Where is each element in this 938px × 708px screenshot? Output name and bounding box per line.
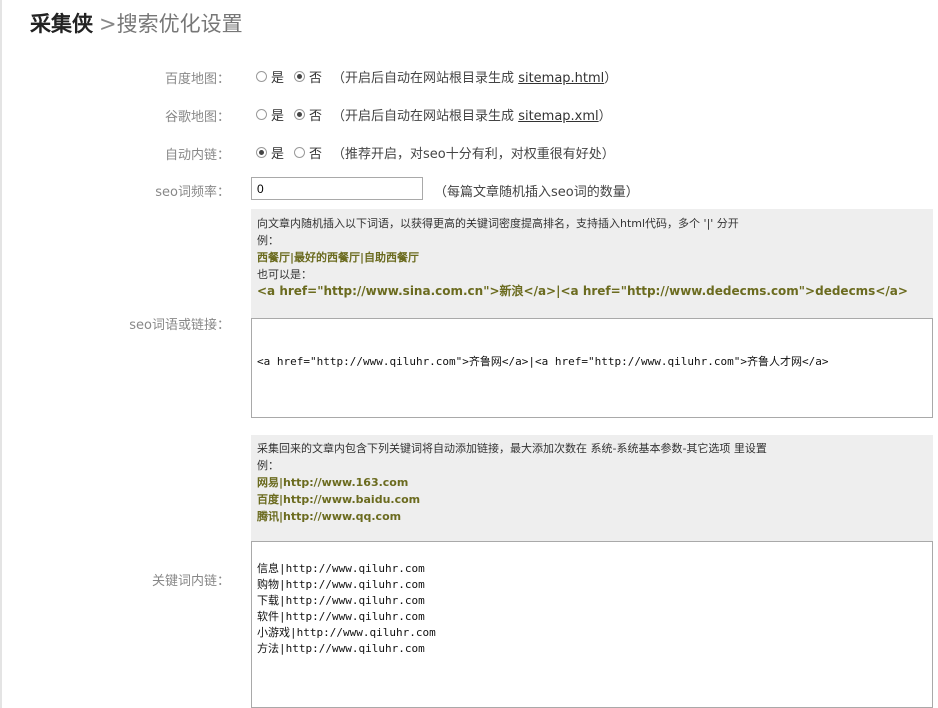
google-map-hint-end: ）: [598, 109, 612, 124]
google-map-yes-label[interactable]: 是: [271, 105, 284, 124]
baidu-map-no-radio[interactable]: [294, 71, 306, 82]
seo-words-example1: 西餐厅|最好的西餐厅|自助西餐厅: [257, 251, 420, 264]
seo-freq-input[interactable]: [251, 177, 423, 200]
page-title: 采集侠 >搜索优化设置: [30, 8, 243, 38]
seo-words-help: 向文章内随机插入以下词语，以获得更高的关键词密度提高排名，支持插入html代码，…: [251, 209, 933, 319]
keyword-link-line: 下载|http://www.qiluhr.com: [257, 594, 425, 607]
keyword-link-line: 购物|http://www.qiluhr.com: [257, 578, 425, 591]
sitemap-html-link[interactable]: sitemap.html: [518, 71, 604, 86]
seo-words-textarea[interactable]: <a href="http://www.qiluhr.com">齐鲁网</a>|…: [251, 318, 933, 418]
keyword-link-line: 软件|http://www.qiluhr.com: [257, 610, 425, 623]
auto-link-no-radio[interactable]: [294, 147, 306, 158]
google-map-hint: （开启后自动在网站根目录生成 sitemap.xml）: [332, 105, 612, 124]
keyword-link-example-label: 例：: [257, 459, 279, 472]
baidu-map-label: 百度地图：: [164, 72, 230, 87]
seo-words-also-label: 也可以是：: [257, 268, 312, 281]
auto-link-yes-label[interactable]: 是: [271, 143, 284, 162]
baidu-map-hint: （开启后自动在网站根目录生成 sitemap.html）: [332, 67, 617, 86]
auto-link-yes-radio[interactable]: [256, 147, 267, 158]
google-map-yes-radio[interactable]: [256, 109, 267, 120]
google-map-no-radio[interactable]: [294, 109, 306, 120]
keyword-link-label: 关键词内链：: [151, 574, 230, 589]
auto-link-label: 自动内链：: [164, 148, 230, 163]
baidu-map-yes-radio[interactable]: [256, 71, 267, 82]
google-map-label: 谷歌地图：: [164, 110, 230, 125]
keyword-link-line: 小游戏|http://www.qiluhr.com: [257, 626, 436, 639]
baidu-map-options: 是 否 （开启后自动在网站根目录生成 sitemap.html）: [256, 67, 617, 86]
seo-freq-hint: （每篇文章随机插入seo词的数量）: [434, 185, 639, 200]
baidu-map-hint-end: ）: [604, 71, 618, 86]
seo-words-help-text: 向文章内随机插入以下词语，以获得更高的关键词密度提高排名，支持插入html代码，…: [257, 217, 739, 230]
google-map-hint-text: （开启后自动在网站根目录生成: [332, 109, 515, 124]
keyword-link-example: 网易|http://www.163.com: [257, 476, 409, 489]
page-left-border: [0, 0, 2, 708]
keyword-link-line: 方法|http://www.qiluhr.com: [257, 642, 425, 655]
sitemap-xml-link[interactable]: sitemap.xml: [518, 109, 598, 124]
auto-link-options: 是 否 （推荐开启，对seo十分有利，对权重很有好处）: [256, 143, 615, 162]
baidu-map-no-label[interactable]: 否: [309, 67, 322, 86]
seo-words-value: <a href="http://www.qiluhr.com">齐鲁网</a>|…: [257, 355, 829, 368]
keyword-link-line: 信息|http://www.qiluhr.com: [257, 562, 425, 575]
keyword-link-example: 百度|http://www.baidu.com: [257, 493, 421, 506]
baidu-map-hint-text: （开启后自动在网站根目录生成: [332, 71, 515, 86]
keyword-link-example: 腾讯|http://www.qq.com: [257, 510, 402, 523]
auto-link-hint: （推荐开启，对seo十分有利，对权重很有好处）: [332, 147, 615, 162]
google-map-options: 是 否 （开启后自动在网站根目录生成 sitemap.xml）: [256, 105, 612, 124]
keyword-link-help-text: 采集回来的文章内包含下列关键词将自动添加链接，最大添加次数在 系统-系统基本参数…: [257, 442, 767, 455]
baidu-map-yes-label[interactable]: 是: [271, 67, 284, 86]
auto-link-no-label[interactable]: 否: [309, 143, 322, 162]
breadcrumb-separator: >: [99, 12, 117, 36]
seo-words-label: seo词语或链接：: [129, 318, 230, 333]
seo-freq-label: seo词频率：: [155, 185, 230, 200]
seo-words-example-label: 例：: [257, 234, 279, 247]
seo-words-example2: <a href="http://www.sina.com.cn">新浪</a>|…: [257, 284, 908, 298]
keyword-link-textarea[interactable]: 信息|http://www.qiluhr.com 购物|http://www.qi…: [251, 541, 933, 708]
keyword-link-help: 采集回来的文章内包含下列关键词将自动添加链接，最大添加次数在 系统-系统基本参数…: [251, 435, 933, 541]
brand-title: 采集侠: [30, 12, 93, 36]
page-subtitle: 搜索优化设置: [116, 12, 243, 36]
google-map-no-label[interactable]: 否: [309, 105, 322, 124]
